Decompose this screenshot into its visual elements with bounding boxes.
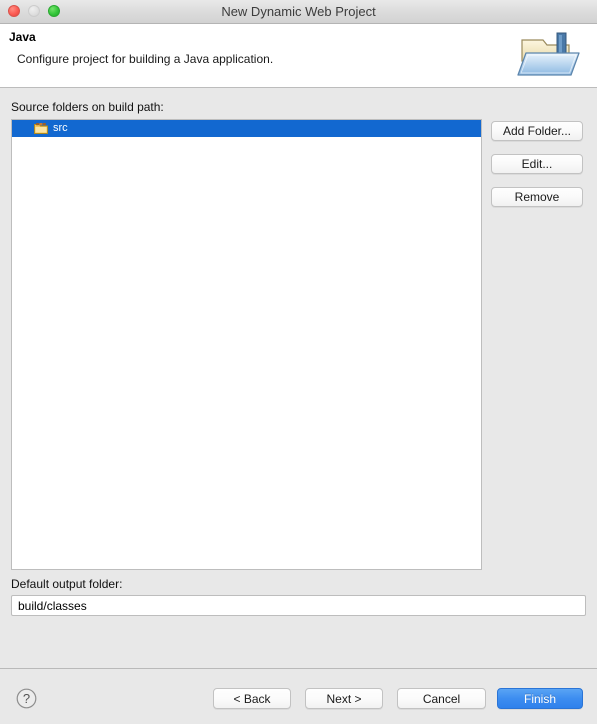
list-item-label: src xyxy=(53,122,68,134)
page-description: Configure project for building a Java ap… xyxy=(17,52,274,66)
wizard-header: Java Configure project for building a Ja… xyxy=(0,24,597,88)
java-build-path-folder-icon xyxy=(513,27,589,83)
back-button[interactable]: < Back xyxy=(213,688,291,709)
title-bar: New Dynamic Web Project xyxy=(0,0,597,24)
remove-button[interactable]: Remove xyxy=(491,187,583,207)
default-output-folder-input[interactable] xyxy=(11,595,586,616)
page-title: Java xyxy=(9,30,36,44)
next-button[interactable]: Next > xyxy=(305,688,383,709)
source-folders-label: Source folders on build path: xyxy=(11,100,164,114)
source-folders-list[interactable]: src xyxy=(11,119,482,570)
source-folder-icon xyxy=(34,122,48,135)
cancel-button[interactable]: Cancel xyxy=(397,688,486,709)
svg-text:?: ? xyxy=(23,691,30,706)
help-question-icon[interactable]: ? xyxy=(16,688,37,709)
dialog-body: Source folders on build path: src Add Fo… xyxy=(0,88,597,668)
default-output-folder-label: Default output folder: xyxy=(11,577,123,591)
edit-button[interactable]: Edit... xyxy=(491,154,583,174)
dialog-window: New Dynamic Web Project Java Configure p… xyxy=(0,0,597,724)
list-item[interactable]: src xyxy=(12,120,481,137)
finish-button[interactable]: Finish xyxy=(497,688,583,709)
window-title: New Dynamic Web Project xyxy=(221,4,376,19)
add-folder-button[interactable]: Add Folder... xyxy=(491,121,583,141)
